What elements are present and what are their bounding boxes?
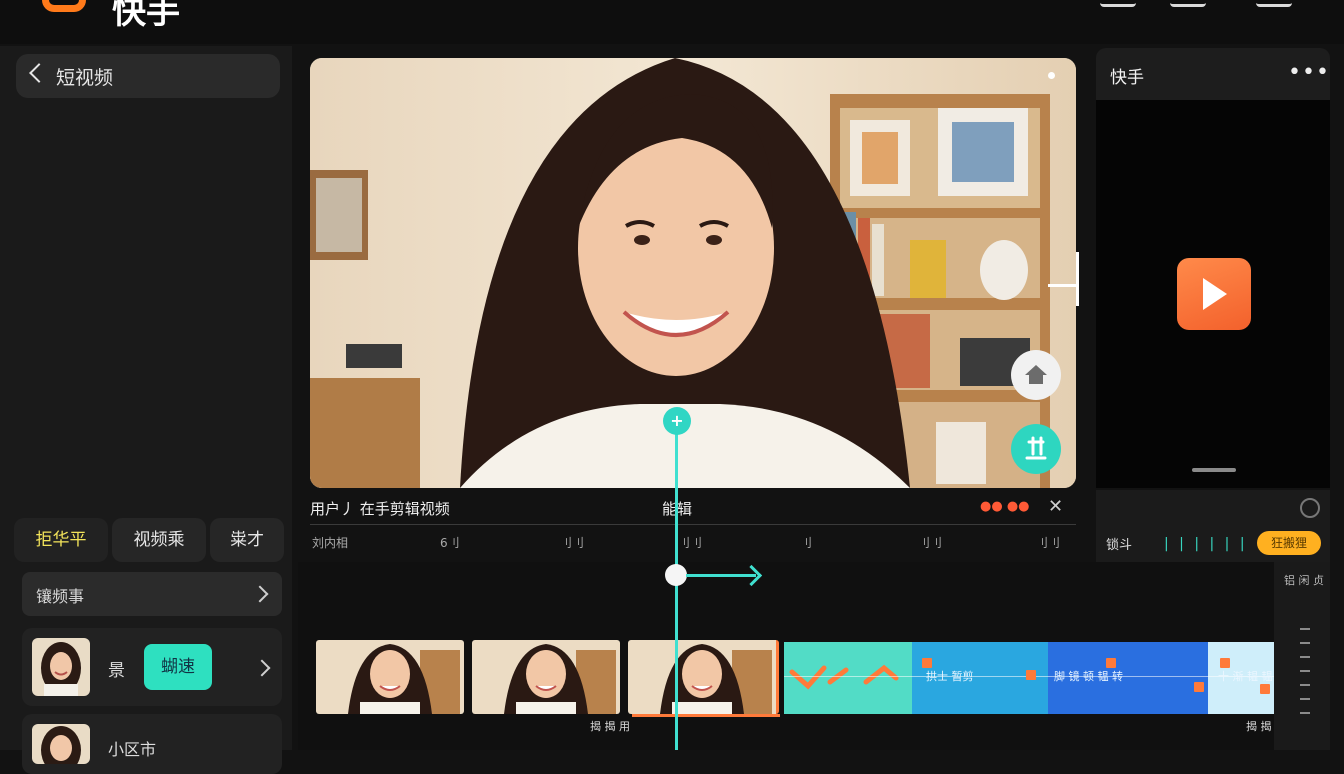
playhead-handle[interactable]: [665, 564, 687, 586]
time-ruler: [310, 524, 1076, 525]
home-button[interactable]: [1011, 350, 1061, 400]
clip-label: 小区市: [108, 740, 157, 759]
timeline-frame[interactable]: [472, 640, 620, 714]
ruler-label: 刂刂: [678, 536, 703, 550]
video-preview[interactable]: [310, 58, 1076, 488]
ruler-label: 刂: [800, 536, 813, 550]
close-window-icon[interactable]: [1256, 0, 1292, 7]
keyframe-marker[interactable]: [1194, 682, 1204, 692]
scale-tick: [1300, 628, 1310, 630]
level-ticks: | | | | | |: [1164, 536, 1248, 552]
tab-3[interactable]: 粜才: [210, 518, 284, 562]
timeline-frame[interactable]: [316, 640, 464, 714]
right-panel-title: 快手: [1110, 68, 1144, 88]
scale-tick: [1300, 712, 1310, 714]
home-icon: [1025, 365, 1047, 384]
scale-tick: [1300, 642, 1310, 644]
segment-label: 拱士 暂剪: [926, 670, 974, 683]
keyframe-marker[interactable]: [1026, 670, 1036, 680]
magic-icon: [1025, 436, 1047, 460]
drag-handle[interactable]: [1192, 468, 1236, 472]
selected-clip-underline: [632, 714, 780, 717]
tab-1[interactable]: 拒华平: [14, 518, 108, 562]
timeline-frame[interactable]: [628, 640, 779, 714]
indicator-dot: [1048, 72, 1055, 79]
clip-thumbnail: [32, 724, 90, 764]
scale-tick: [1300, 670, 1310, 672]
close-icon[interactable]: ✕: [1048, 496, 1063, 517]
effects-button[interactable]: [1011, 424, 1061, 474]
settings-icon[interactable]: [1300, 498, 1320, 518]
ruler-label: 刂刂: [1036, 536, 1061, 550]
ruler-label: 刂刂: [918, 536, 943, 550]
top-bar: [0, 0, 1344, 44]
keyframe-marker[interactable]: [922, 658, 932, 668]
ruler-label: 6刂: [440, 536, 460, 550]
playhead-top-handle[interactable]: +: [663, 407, 691, 435]
scale-tick: [1300, 684, 1310, 686]
ruler-label: 刂刂: [560, 536, 585, 550]
keyframe-marker[interactable]: [1220, 658, 1230, 668]
scale-tick: [1300, 656, 1310, 658]
tab-2[interactable]: 视频乘: [112, 518, 206, 562]
right-bar-label: 锁斗: [1106, 538, 1133, 553]
more-icon[interactable]: •••: [1288, 60, 1330, 85]
ruler-label: 刘内相: [312, 536, 349, 550]
clip-caption: 揭 揭 用: [590, 720, 630, 733]
scale-label: 铝 闲 贞: [1284, 574, 1324, 587]
menu-row-label: 镶频事: [36, 587, 85, 606]
menu-icon[interactable]: [1100, 0, 1136, 7]
clip-label: 景: [108, 661, 125, 681]
app-logo-text: 快手: [112, 0, 180, 32]
zigzag-mark: [789, 664, 899, 690]
keyframe-marker[interactable]: [1106, 658, 1116, 668]
action-pill-button[interactable]: 狂搬狸: [1257, 531, 1321, 555]
keyframe-marker[interactable]: [1260, 684, 1270, 694]
window-icon[interactable]: [1170, 0, 1206, 7]
clip-thumbnail: [32, 638, 90, 696]
segment-label: 十 渐 韫 韫: [1218, 670, 1273, 683]
app-logo-icon: [42, 0, 86, 12]
play-icon: [1203, 278, 1227, 310]
crop-handle[interactable]: [1048, 284, 1078, 287]
info-text: 用户丿 在手剪辑视频: [310, 500, 450, 518]
status-dots: ●● ●●: [980, 499, 1030, 514]
segment-label: 脚 镜 顿 韫 转: [1054, 670, 1123, 683]
back-label: 短视频: [56, 67, 114, 89]
scale-tick: [1300, 698, 1310, 700]
speed-button[interactable]: 蝴速: [144, 644, 212, 690]
crop-handle[interactable]: [1076, 252, 1079, 306]
